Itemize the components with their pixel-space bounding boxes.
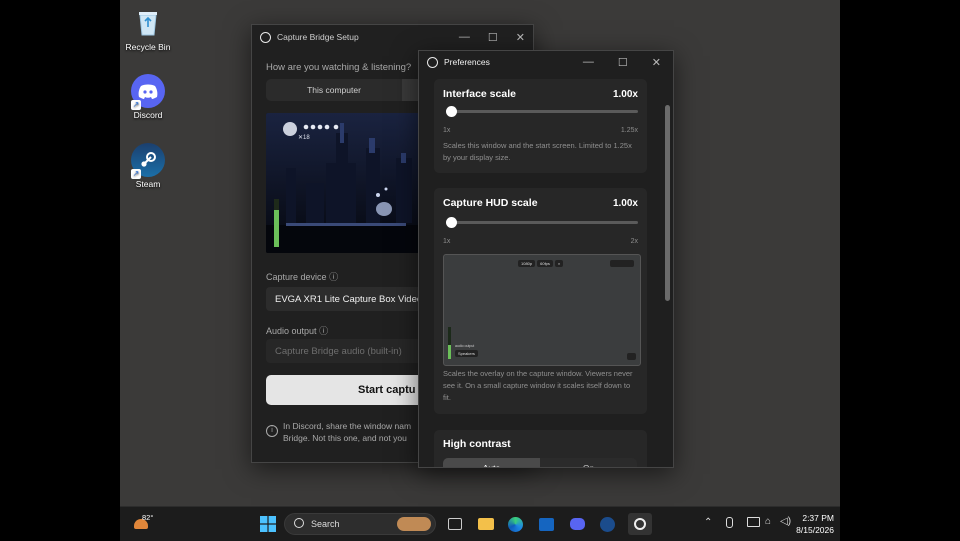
microphone-icon[interactable] — [726, 517, 733, 528]
hud-scale-min: 1x — [443, 238, 451, 245]
hud-preview-close-chip — [627, 353, 636, 360]
setup-titlebar: Capture Bridge Setup — ☐ ✕ — [252, 25, 533, 49]
interface-scale-value: 1.00x — [612, 89, 638, 100]
hud-scale-slider[interactable] — [446, 217, 638, 228]
slider-handle[interactable] — [446, 106, 457, 117]
high-contrast-card: High contrast Auto On — [434, 430, 647, 467]
preview-hud-count: ✕18 — [298, 135, 310, 141]
hud-scale-value: 1.00x — [612, 198, 638, 209]
steam-icon: ↗ — [131, 143, 165, 179]
source-toggle: This computer — [266, 79, 436, 101]
search-icon — [294, 518, 304, 528]
hud-scale-label: Capture HUD scale — [443, 197, 538, 209]
windows-logo-icon — [260, 516, 276, 532]
hud-preview-audio-label: audio output — [455, 344, 475, 348]
taskbar: 82° Search ⌃ ⌂ ◁) 2:37 PM 8/15/2026 — [120, 506, 840, 541]
desktop-icon-recycle-bin[interactable]: Recycle Bin — [120, 6, 176, 52]
edge-icon[interactable] — [506, 515, 524, 533]
hud-preview-meter — [448, 327, 451, 359]
hud-scale-max: 2x — [630, 238, 638, 245]
clock-date: 8/15/2026 — [796, 525, 834, 535]
start-capture-button[interactable]: Start captu — [266, 375, 436, 405]
weather-temp: 82° — [142, 513, 154, 522]
file-explorer-icon[interactable] — [477, 515, 495, 533]
maximize-icon[interactable]: ☐ — [488, 31, 498, 44]
desktop-icon-label: Recycle Bin — [125, 42, 171, 52]
hud-preview-audio-select: Speakers — [455, 350, 478, 357]
discord-note: In Discord, share the window nam Bridge.… — [283, 421, 412, 443]
capture-device-select[interactable]: EVGA XR1 Lite Capture Box Video — [266, 287, 436, 311]
source-question: How are you watching & listening? — [266, 62, 412, 73]
high-contrast-label: High contrast — [443, 438, 511, 450]
option-auto[interactable]: Auto — [443, 458, 540, 467]
capture-preview: ✕18 — [266, 113, 422, 253]
app-logo-icon — [260, 31, 271, 43]
preferences-window: Preferences — ☐ ✕ Interface scale 1.00x 1x… — [418, 50, 674, 468]
preferences-title: Preferences — [444, 57, 490, 67]
slider-handle[interactable] — [446, 217, 457, 228]
network-icon[interactable]: ⌂ — [765, 516, 771, 527]
info-icon: i — [266, 425, 278, 437]
audio-output-label: Audio output ⓘ — [266, 326, 329, 336]
steam-taskbar-icon[interactable] — [598, 515, 616, 533]
app-logo-icon — [427, 56, 438, 68]
info-icon[interactable]: ⓘ — [329, 272, 338, 282]
speaker-icon[interactable]: ◁) — [780, 516, 791, 527]
close-icon[interactable]: ✕ — [516, 31, 525, 44]
task-view-icon[interactable] — [446, 515, 464, 533]
game-preview-image — [266, 113, 422, 253]
minimize-icon[interactable]: — — [459, 31, 470, 44]
search-placeholder: Search — [311, 519, 340, 529]
interface-scale-min: 1x — [443, 127, 451, 134]
hud-scale-description: Scales the overlay on the capture window… — [443, 369, 633, 402]
interface-scale-slider[interactable] — [446, 106, 638, 117]
taskbar-search[interactable]: Search — [284, 513, 436, 535]
tray-overflow-icon[interactable]: ⌃ — [704, 517, 712, 528]
close-icon[interactable]: ✕ — [652, 56, 661, 69]
scrollbar[interactable] — [665, 105, 670, 301]
desktop-icon-label: Discord — [133, 110, 163, 120]
interface-scale-description: Scales this window and the start screen.… — [443, 141, 632, 162]
hud-preview-window-controls — [610, 260, 634, 267]
display-icon[interactable] — [747, 517, 760, 527]
desktop-icon-label: Steam — [135, 179, 161, 189]
high-contrast-toggle: Auto On — [443, 458, 637, 467]
hud-scale-card: Capture HUD scale 1.00x 1x 2x 1080p 60fp… — [434, 188, 647, 414]
audio-output-select[interactable]: Capture Bridge audio (built-in) — [266, 339, 436, 363]
outlook-icon[interactable] — [537, 515, 555, 533]
info-icon[interactable]: ⓘ — [319, 326, 328, 336]
option-on[interactable]: On — [540, 458, 637, 467]
setup-window-title: Capture Bridge Setup — [277, 32, 359, 42]
discord-taskbar-icon[interactable] — [568, 515, 586, 533]
desktop: Recycle Bin ↗ Discord ↗ Steam Capture Br… — [120, 0, 840, 540]
hud-preview: 1080p 60fps × audio output Speakers — [443, 254, 641, 366]
interface-scale-max: 1.25x — [620, 127, 638, 134]
weather-widget[interactable]: 82° — [134, 513, 174, 534]
capture-device-label: Capture device ⓘ — [266, 272, 339, 282]
discord-icon: ↗ — [131, 74, 165, 110]
desktop-icon-steam[interactable]: ↗ Steam — [120, 143, 176, 189]
interface-scale-card: Interface scale 1.00x 1x 1.25x Scales th… — [434, 79, 647, 173]
interface-scale-label: Interface scale — [443, 88, 516, 100]
minimize-icon[interactable]: — — [583, 56, 594, 69]
preferences-titlebar: Preferences — ☐ ✕ — [419, 51, 673, 73]
maximize-icon[interactable]: ☐ — [618, 56, 628, 69]
desktop-icon-discord[interactable]: ↗ Discord — [120, 74, 176, 120]
start-button[interactable] — [259, 515, 277, 533]
option-this-computer[interactable]: This computer — [266, 79, 402, 101]
search-highlight-icon — [397, 517, 431, 531]
clock-time: 2:37 PM — [802, 513, 834, 523]
clock[interactable]: 2:37 PM 8/15/2026 — [794, 513, 834, 535]
recycle-bin-icon — [131, 6, 165, 40]
hud-preview-chips: 1080p 60fps × — [518, 260, 564, 267]
capture-bridge-taskbar-icon[interactable] — [628, 513, 652, 535]
